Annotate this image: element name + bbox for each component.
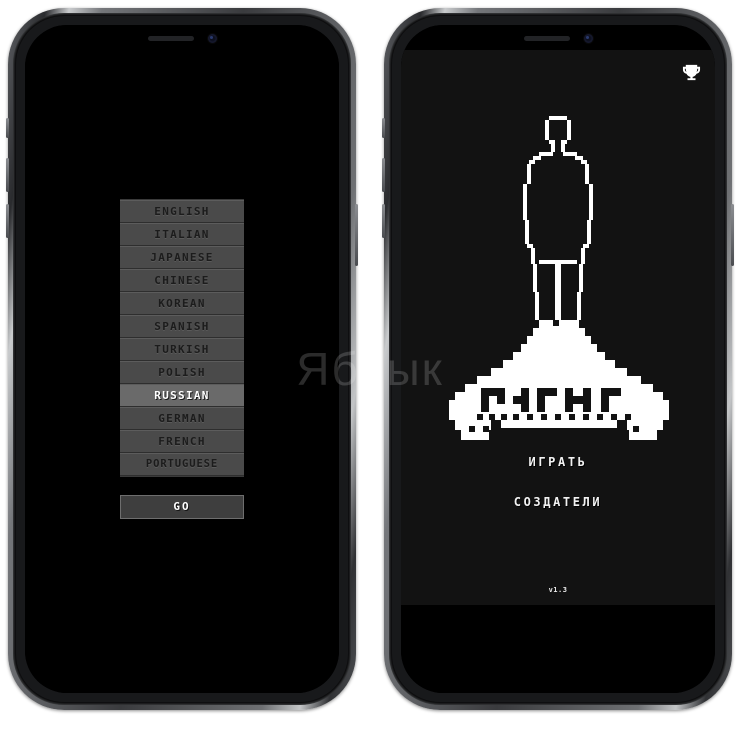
front-camera-icon xyxy=(207,34,217,43)
mute-switch[interactable] xyxy=(6,118,9,138)
phone-bezel: ENGLISH ITALIAN JAPANESE CHINESE KOREAN … xyxy=(13,13,351,705)
language-option[interactable]: ITALIAN xyxy=(120,223,244,246)
language-option[interactable]: JAPANESE xyxy=(120,246,244,269)
earpiece-speaker xyxy=(147,36,194,41)
language-list[interactable]: ENGLISH ITALIAN JAPANESE CHINESE KOREAN … xyxy=(120,199,244,477)
game-title-screen: ИГРАТЬ СОЗДАТЕЛИ v1.3 xyxy=(401,25,715,693)
phone-left: ENGLISH ITALIAN JAPANESE CHINESE KOREAN … xyxy=(6,8,358,710)
phone-right: ИГРАТЬ СОЗДАТЕЛИ v1.3 xyxy=(382,8,734,710)
main-menu: ИГРАТЬ СОЗДАТЕЛИ xyxy=(401,455,715,535)
language-option[interactable]: POLISH xyxy=(120,361,244,384)
menu-item-play[interactable]: ИГРАТЬ xyxy=(401,455,715,469)
menu-item-credits[interactable]: СОЗДАТЕЛИ xyxy=(401,495,715,509)
language-option[interactable]: CHINESE xyxy=(120,269,244,292)
language-option[interactable]: ENGLISH xyxy=(120,200,244,223)
power-button[interactable] xyxy=(355,204,358,266)
game-logo xyxy=(433,88,683,448)
language-option[interactable]: PORTUGUESE xyxy=(120,453,244,476)
volume-down-button[interactable] xyxy=(6,204,9,238)
notch xyxy=(100,25,264,50)
language-option-selected[interactable]: RUSSIAN xyxy=(120,384,244,407)
phone-inner-bezel: ИГРАТЬ СОЗДАТЕЛИ v1.3 xyxy=(392,16,724,702)
language-option[interactable]: GERMAN xyxy=(120,407,244,430)
language-option[interactable]: TURKISH xyxy=(120,338,244,361)
front-camera-icon xyxy=(583,34,593,43)
volume-up-button[interactable] xyxy=(6,158,9,192)
language-select-screen: ENGLISH ITALIAN JAPANESE CHINESE KOREAN … xyxy=(25,25,339,693)
earpiece-speaker xyxy=(523,36,570,41)
mute-switch[interactable] xyxy=(382,118,385,138)
notch xyxy=(476,25,640,50)
language-option[interactable]: KOREAN xyxy=(120,292,244,315)
volume-down-button[interactable] xyxy=(382,204,385,238)
language-option[interactable]: SPANISH xyxy=(120,315,244,338)
game-canvas: ИГРАТЬ СОЗДАТЕЛИ v1.3 xyxy=(401,50,715,605)
version-label: v1.3 xyxy=(548,586,568,594)
trophy-icon[interactable] xyxy=(680,61,702,83)
phone-screen-right: ИГРАТЬ СОЗДАТЕЛИ v1.3 xyxy=(401,25,715,693)
power-button[interactable] xyxy=(731,204,734,266)
phone-inner-bezel: ENGLISH ITALIAN JAPANESE CHINESE KOREAN … xyxy=(16,16,348,702)
go-button[interactable]: GO xyxy=(120,495,244,519)
language-option[interactable]: FRENCH xyxy=(120,430,244,453)
phone-screen-left: ENGLISH ITALIAN JAPANESE CHINESE KOREAN … xyxy=(25,25,339,693)
volume-up-button[interactable] xyxy=(382,158,385,192)
phone-bezel: ИГРАТЬ СОЗДАТЕЛИ v1.3 xyxy=(389,13,727,705)
